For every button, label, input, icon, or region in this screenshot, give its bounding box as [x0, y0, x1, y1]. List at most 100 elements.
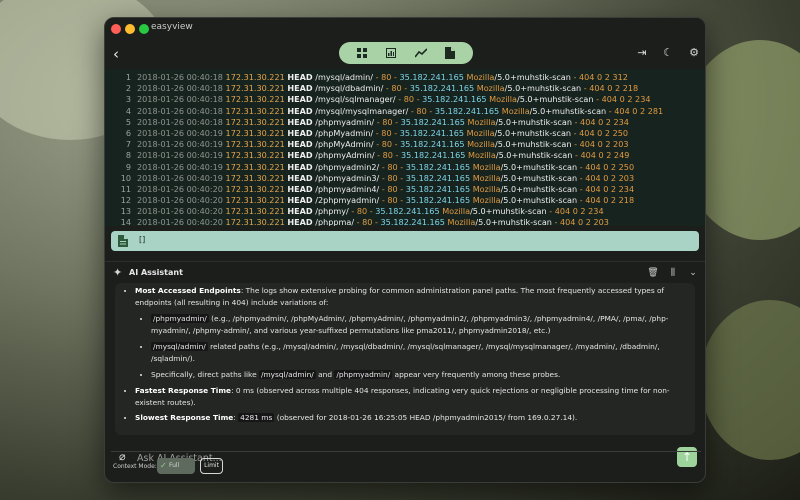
- log-row[interactable]: 11 2018-01-26 00:40:20 172.31.30.221 HEAD…: [105, 183, 705, 195]
- log-user-agent: Mozilla: [467, 150, 496, 161]
- log-path: /mysql/admin/: [315, 72, 374, 82]
- log-timestamp: 2018-01-26 00:40:19: [137, 139, 223, 150]
- log-row[interactable]: 12 2018-01-26 00:40:20 172.31.30.221 HEAD…: [105, 195, 705, 206]
- log-row[interactable]: 13 2018-01-26 00:40:20 172.31.30.221 HEAD…: [105, 206, 705, 217]
- line-number: 10: [120, 172, 131, 183]
- chevron-down-icon[interactable]: ⌄: [687, 267, 699, 279]
- log-status: 404 0 2 218: [585, 195, 635, 206]
- line-number: 3: [125, 94, 131, 105]
- log-method: HEAD: [287, 172, 313, 183]
- close-window-button[interactable]: [111, 24, 121, 34]
- back-button[interactable]: ‹: [113, 45, 129, 63]
- log-row[interactable]: 10 2018-01-26 00:40:19 172.31.30.221 HEAD…: [105, 172, 705, 184]
- inline-code: /phpmyadmin/: [334, 370, 393, 379]
- log-user-agent: Mozilla: [501, 105, 530, 116]
- sub-bullet-text: and: [318, 370, 333, 379]
- log-user-agent: Mozilla: [472, 195, 501, 206]
- log-timestamp: 2018-01-26 00:40:18: [137, 83, 223, 94]
- log-row[interactable]: 3 2018-01-26 00:40:18 172.31.30.221 HEAD …: [105, 94, 705, 105]
- table-view-button[interactable]: [381, 45, 401, 61]
- filter-expression: []: [139, 235, 146, 244]
- dark-mode-toggle[interactable]: ☾: [661, 46, 675, 60]
- line-number: 4: [125, 105, 131, 116]
- trend-view-button[interactable]: [411, 45, 431, 61]
- bullet-text: (observed for 2018-01-26 16:25:05 HEAD /…: [276, 413, 578, 422]
- log-separator: -: [429, 105, 433, 116]
- log-port: 80: [382, 116, 393, 127]
- line-number: 6: [125, 127, 131, 138]
- settings-button[interactable]: ⚙: [687, 46, 701, 60]
- log-method: HEAD: [287, 127, 313, 138]
- log-row[interactable]: 1 2018-01-26 00:40:18 172.31.30.221 HEAD …: [105, 72, 705, 83]
- log-path: /2phpmyadmin/: [315, 195, 380, 206]
- log-row[interactable]: 4 2018-01-26 00:40:18 172.31.30.221 HEAD …: [105, 105, 705, 117]
- log-separator: -: [574, 150, 578, 161]
- ai-assistant-header: ✦ AI Assistant 🗑 ⫼ ⌄: [105, 261, 705, 283]
- log-method: HEAD: [287, 183, 313, 194]
- log-status: 404 0 2 234: [554, 206, 604, 217]
- chart-box-icon: [386, 48, 397, 58]
- log-user-agent-detail: /5.0+muhstik-scan: [475, 217, 552, 226]
- minimize-window-button[interactable]: [125, 24, 135, 34]
- line-number: 12: [120, 195, 131, 206]
- log-separator: -: [573, 127, 577, 138]
- sub-bullet-text: appear very frequently among these probe…: [394, 370, 561, 379]
- dashboard-view-button[interactable]: [352, 45, 372, 61]
- log-server-ip: 172.31.30.221: [225, 105, 285, 116]
- log-row[interactable]: 6 2018-01-26 00:40:19 172.31.30.221 HEAD …: [105, 127, 705, 139]
- context-mode-limit-button[interactable]: Limit: [200, 458, 223, 474]
- trash-icon[interactable]: 🗑: [647, 267, 659, 279]
- inline-code: /mysql/admin/: [258, 370, 316, 379]
- log-row[interactable]: 5 2018-01-26 00:40:18 172.31.30.221 HEAD …: [105, 116, 705, 128]
- log-user-agent: Mozilla: [467, 116, 496, 127]
- log-status: 404 0 2 218: [589, 83, 639, 94]
- log-method: HEAD: [287, 150, 313, 161]
- mode-full-label: Full: [169, 462, 180, 469]
- toolbar: ‹ ⇥ ☾ ⚙: [105, 39, 705, 69]
- title-bar: easyview: [105, 18, 705, 39]
- sub-bullet-text: Specifically, direct paths like: [151, 370, 257, 379]
- report-view-button[interactable]: [440, 45, 460, 61]
- log-row[interactable]: 2 2018-01-26 00:40:18 172.31.30.221 HEAD …: [105, 83, 705, 94]
- log-separator: -: [400, 161, 404, 172]
- log-separator: -: [381, 161, 385, 172]
- context-mode-full-button[interactable]: ✓ Full: [157, 458, 195, 474]
- export-button[interactable]: ⇥: [635, 46, 649, 60]
- log-client-ip: 35.182.241.165: [405, 172, 471, 183]
- log-status: 404 0 2 203: [559, 217, 609, 226]
- log-user-agent: Mozilla: [472, 161, 501, 172]
- filter-bar[interactable]: []: [111, 231, 699, 251]
- log-method: HEAD: [287, 94, 313, 105]
- log-port: 80: [382, 150, 393, 161]
- log-server-ip: 172.31.30.221: [225, 217, 285, 226]
- log-row[interactable]: 8 2018-01-26 00:40:19 172.31.30.221 HEAD …: [105, 150, 705, 161]
- log-viewer[interactable]: 1 2018-01-26 00:40:18 172.31.30.221 HEAD …: [105, 69, 705, 226]
- log-separator: -: [381, 183, 385, 194]
- log-method: HEAD: [287, 195, 313, 206]
- sub-list: /phpmyadmin/ (e.g., /phpmyadmin/, /phpMy…: [135, 313, 683, 381]
- log-user-agent: Mozilla: [467, 139, 495, 150]
- log-separator: -: [394, 139, 398, 150]
- view-segmented-control: [339, 42, 473, 64]
- log-method: HEAD: [287, 206, 313, 217]
- divider: [111, 451, 701, 452]
- log-path: /phpmyadmin/: [315, 116, 375, 127]
- log-separator: -: [376, 139, 380, 150]
- context-mode-label: Context Mode:: [113, 463, 157, 470]
- log-user-agent-detail: /5.0+muhstik-scan: [500, 183, 578, 194]
- log-separator: -: [410, 105, 414, 116]
- log-method: HEAD: [287, 72, 313, 82]
- sliders-icon[interactable]: ⫼: [667, 267, 679, 279]
- log-separator: -: [375, 217, 378, 226]
- line-number: 8: [125, 150, 131, 161]
- log-separator: -: [404, 83, 408, 94]
- log-row[interactable]: 14 2018-01-26 00:40:20 172.31.30.221 HEAD…: [105, 217, 705, 226]
- log-row[interactable]: 7 2018-01-26 00:40:19 172.31.30.221 HEAD …: [105, 139, 705, 150]
- log-server-ip: 172.31.30.221: [225, 139, 285, 150]
- log-client-ip: 35.182.241.165: [409, 83, 475, 94]
- log-row[interactable]: 9 2018-01-26 00:40:19 172.31.30.221 HEAD …: [105, 161, 705, 173]
- maximize-window-button[interactable]: [139, 24, 149, 34]
- log-user-agent-detail: /5.0+muhstik-scan: [494, 72, 571, 82]
- document-icon: [445, 47, 456, 59]
- log-separator: -: [596, 94, 600, 105]
